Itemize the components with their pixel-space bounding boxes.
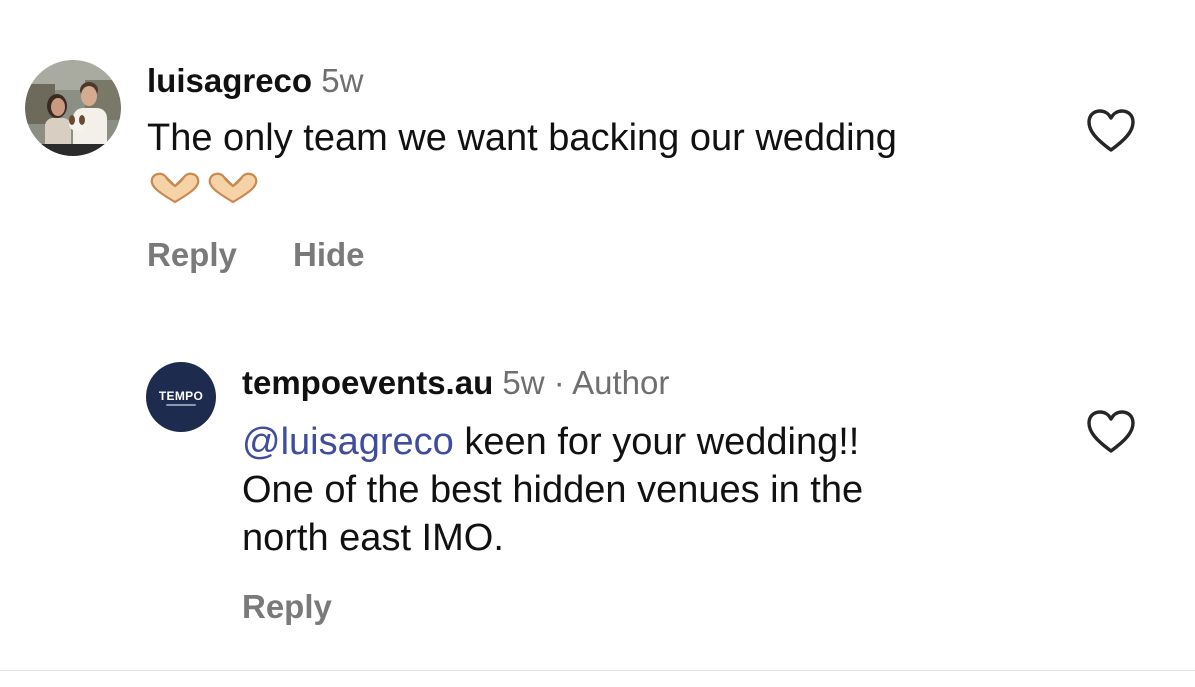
like-button[interactable] [1086,108,1136,154]
username[interactable]: tempoevents.au [242,364,493,401]
comment-meta: luisagreco 5w [147,61,363,101]
like-button[interactable] [1086,409,1136,455]
comment-text: The only team we want backing our weddin… [147,117,897,159]
avatar-photo-icon [25,60,121,156]
separator: · [553,364,565,401]
reply-button[interactable]: Reply [147,235,237,275]
avatar[interactable]: TEMPO [146,362,216,432]
comment-text-line: One of the best hidden venues in the [242,469,864,511]
username[interactable]: luisagreco [147,62,312,99]
comment-text-line: north east IMO. [242,517,504,559]
hide-button[interactable]: Hide [293,235,365,275]
comment-text-line: @luisagreco keen for your wedding!! [242,418,859,466]
heart-hands-icon [150,172,200,204]
timestamp: 5w [502,364,545,401]
avatar[interactable] [25,60,121,156]
mention-link[interactable]: @luisagreco [242,421,454,463]
heart-outline-icon [1087,410,1135,453]
emoji-row [148,170,264,206]
reply-button[interactable]: Reply [242,587,332,627]
heart-outline-icon [1087,109,1135,152]
comment-text: keen for your wedding!! [453,421,860,463]
author-badge: Author [572,364,670,401]
logo-subline [166,404,196,406]
timestamp: 5w [321,62,364,99]
divider [0,670,1195,671]
avatar-logo-text: TEMPO [158,389,204,403]
comment-meta: tempoevents.au 5w · Author [242,363,669,403]
heart-hands-icon [208,172,258,204]
